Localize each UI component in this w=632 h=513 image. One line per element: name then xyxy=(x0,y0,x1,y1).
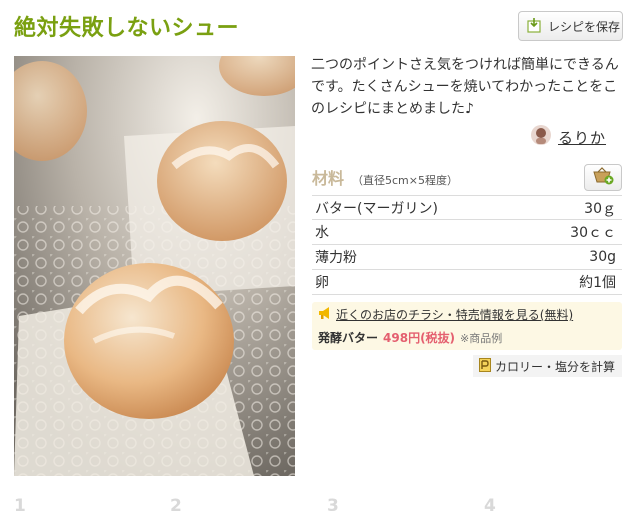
save-recipe-label: レシピを保存 xyxy=(548,19,621,34)
ingredient-row: 薄力粉 30g xyxy=(312,245,622,270)
ingredient-name: 卵 xyxy=(315,275,329,291)
ingredients-title: 材料 xyxy=(312,169,345,188)
ingredient-row: バター(マーガリン) 30ｇ xyxy=(312,195,622,220)
author-name[interactable]: るりか xyxy=(558,127,606,148)
ingredient-amount: 約1個 xyxy=(579,275,616,291)
ingredient-row: 卵 約1個 xyxy=(312,270,622,295)
megaphone-icon xyxy=(318,306,332,323)
ingredient-name: 薄力粉 xyxy=(315,250,357,266)
calorie-calc-button[interactable]: カロリー・塩分を計算 xyxy=(473,355,622,377)
ingredient-row: 水 30ｃｃ xyxy=(312,220,622,245)
save-icon xyxy=(527,17,543,36)
recipe-photo xyxy=(14,56,295,476)
recipe-description: 二つのポイントさえ気をつければ簡単にできるんです。たくさんシューを焼いてわかった… xyxy=(311,57,619,117)
add-to-basket-button[interactable] xyxy=(584,164,622,191)
step-number: 2 xyxy=(170,496,182,513)
avatar xyxy=(530,124,552,150)
product-note: ※商品例 xyxy=(460,332,503,345)
sale-info-box: 近くのお店のチラシ・特売情報を見る(無料) 発酵バター 498円(税抜) ※商品… xyxy=(312,302,622,350)
ingredients-serving: （直径5cm×5程度） xyxy=(352,174,458,187)
step-number: 1 xyxy=(14,496,26,513)
recipe-title: 絶対失敗しないシュー xyxy=(14,16,240,41)
calorie-calc-label: カロリー・塩分を計算 xyxy=(495,359,616,374)
save-recipe-button[interactable]: レシピを保存 xyxy=(518,11,623,41)
ingredient-amount: 30g xyxy=(589,249,616,265)
product-price: 498円(税抜) xyxy=(383,331,456,345)
step-number: 4 xyxy=(484,496,496,513)
ingredient-name: バター(マーガリン) xyxy=(315,200,438,217)
step-number: 3 xyxy=(327,496,339,513)
product-name[interactable]: 発酵バター xyxy=(318,329,378,346)
ingredient-amount: 30ｇ xyxy=(584,200,616,217)
ingredient-amount: 30ｃｃ xyxy=(570,225,616,241)
sale-info-link[interactable]: 近くのお店のチラシ・特売情報を見る(無料) xyxy=(336,306,573,323)
author[interactable]: るりか xyxy=(530,124,606,150)
ingredients-list: バター(マーガリン) 30ｇ 水 30ｃｃ 薄力粉 30g 卵 約1個 xyxy=(312,195,622,295)
basket-plus-icon xyxy=(592,166,614,189)
ingredient-name: 水 xyxy=(315,225,329,241)
calorie-icon xyxy=(479,357,491,375)
ingredients-header: 材料 （直径5cm×5程度） xyxy=(312,165,458,189)
